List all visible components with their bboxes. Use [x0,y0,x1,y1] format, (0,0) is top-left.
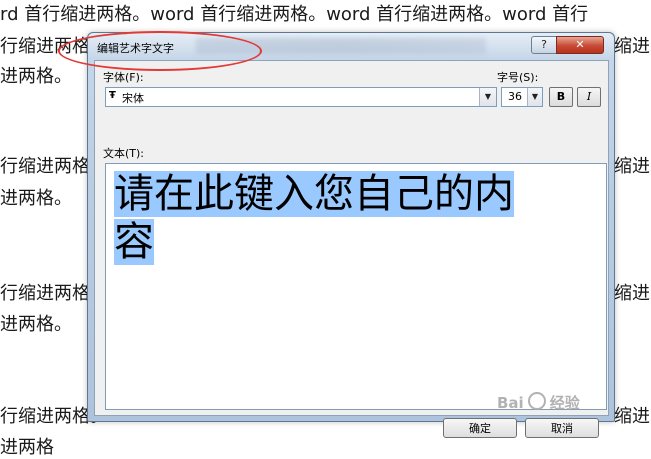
selected-text-line-1: 请在此键入您自己的内 [114,170,598,218]
size-select-value: 36 [508,90,522,103]
chevron-down-icon[interactable]: ▼ [479,88,496,106]
doc-line-9: 进两格 [0,437,54,458]
help-button[interactable]: ? [531,36,557,54]
doc-line-3: 进两格。 [0,66,72,87]
paw-icon [527,392,546,410]
annotation-ellipse [58,31,262,71]
selected-text: 请在此键入您自己的内 [114,171,514,217]
doc-fragment-right: 缩进 [614,283,650,304]
edit-wordart-dialog: 编辑艺术字文字 ? ✕ 字体(F): Ŧ 宋体 ▼ 字号(S): 36 ▼ B … [87,32,615,438]
font-label: 字体(F): [103,71,144,84]
font-select-value: 宋体 [122,92,144,105]
selected-text-line-2: 容 [114,218,598,266]
text-label: 文本(T): [103,147,145,160]
doc-line-7: 进两格。 [0,314,72,335]
chevron-down-icon[interactable]: ▼ [527,88,542,106]
watermark-suffix: 经验 [549,394,580,412]
dialog-body: 字体(F): Ŧ 宋体 ▼ 字号(S): 36 ▼ B I 文本(T): 请在此… [94,60,609,438]
cancel-button[interactable]: 取消 [525,418,599,438]
close-button[interactable]: ✕ [556,36,604,54]
baidu-watermark: Bai 经验 [497,392,580,413]
bold-button[interactable]: B [549,87,573,107]
doc-line-1: rd 首行缩进两格。word 首行缩进两格。word 首行缩进两格。word 首… [0,4,589,25]
ok-button[interactable]: 确定 [443,418,517,438]
size-label: 字号(S): [497,71,539,84]
italic-button[interactable]: I [577,87,601,107]
selected-text: 容 [114,219,154,265]
watermark-text: Bai [497,394,524,412]
doc-fragment-right: 缩进 [614,406,650,427]
doc-line-5: 进两格。 [0,188,72,209]
size-select[interactable]: 36 ▼ [501,87,543,107]
font-type-icon: Ŧ [109,90,116,101]
wordart-text-input[interactable]: 请在此键入您自己的内 容 [105,163,607,410]
doc-fragment-right: 缩进 [614,36,650,57]
doc-fragment-right: 缩进 [614,156,650,177]
font-select[interactable]: Ŧ 宋体 ▼ [105,87,497,107]
